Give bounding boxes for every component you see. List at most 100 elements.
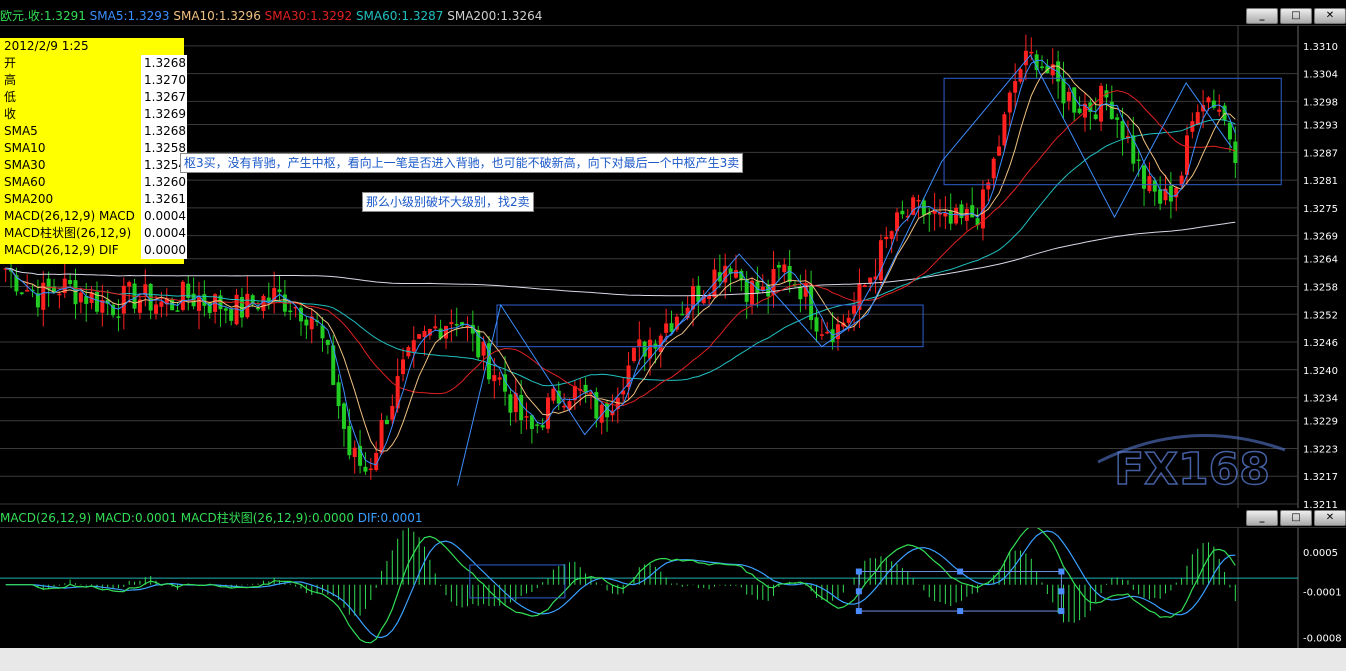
close-button[interactable]: ✕ xyxy=(1314,8,1346,24)
candle-body xyxy=(78,292,83,303)
price-chart[interactable]: 1.3310 1.3304 1.3298 1.3293 1.3287 1.3281 1.32… xyxy=(0,26,1346,508)
y-tick-label: 1.3229 xyxy=(1303,417,1338,428)
candle-body xyxy=(121,285,126,314)
candle-body xyxy=(916,199,921,202)
info-value: 0.0000 xyxy=(141,242,187,259)
candle-body xyxy=(325,340,330,345)
info-date: 2012/2/9 1:25 xyxy=(4,39,89,53)
candle-body xyxy=(363,466,368,472)
candle-body xyxy=(352,447,357,457)
candle-body xyxy=(57,293,62,296)
candle-body xyxy=(1147,176,1152,192)
info-row: SMA200 1.3261 xyxy=(4,191,187,208)
macd-box-1 xyxy=(469,564,566,599)
candle-body xyxy=(1066,91,1071,101)
price-legend-item: SMA200:1.3264 xyxy=(447,9,543,23)
candle-body xyxy=(1002,114,1007,146)
candle-body xyxy=(127,282,132,287)
annotation-note-1: 枢3买，没有背驰，产生中枢，看向上一笔是否进入背驰，也可能不破新高，向下对最后一… xyxy=(180,153,744,173)
price-legend-item: SMA10:1.3296 xyxy=(173,9,265,23)
candle-body xyxy=(341,403,346,429)
candle-body xyxy=(631,347,636,362)
candle-body xyxy=(1007,92,1012,113)
y-tick-label: 1.3223 xyxy=(1303,444,1338,455)
candle-body xyxy=(454,323,459,326)
info-row: MACD柱状图(26,12,9) 0.0004 xyxy=(4,225,187,242)
candle-body xyxy=(1227,122,1232,140)
candle-body xyxy=(449,322,454,325)
candle-body xyxy=(862,285,867,287)
candle-body xyxy=(368,468,373,471)
info-label: SMA60 xyxy=(4,175,46,189)
candle-body xyxy=(223,308,228,311)
candle-body xyxy=(1136,159,1141,161)
minimize-button[interactable]: _ xyxy=(1246,510,1278,526)
candle-body xyxy=(411,340,416,352)
info-label: MACD(26,12,9) DIF xyxy=(4,243,119,257)
selection-handle xyxy=(855,568,862,575)
info-value: 0.0004 xyxy=(141,225,187,242)
candle-body xyxy=(664,323,669,333)
info-row: SMA60 1.3260 xyxy=(4,174,187,191)
close-button[interactable]: ✕ xyxy=(1314,510,1346,526)
maximize-button[interactable]: □ xyxy=(1280,8,1312,24)
candle-body xyxy=(948,210,953,224)
price-legend: 欧元.收:1.3291 SMA5:1.3293 SMA10:1.3296 SMA… xyxy=(0,9,542,23)
macd-window-buttons: _ □ ✕ xyxy=(1246,510,1346,526)
info-value: 1.3270 xyxy=(141,72,187,89)
candle-body xyxy=(433,326,438,329)
candle-body xyxy=(1168,185,1173,202)
info-label: SMA30 xyxy=(4,158,46,172)
price-legend-item: SMA5:1.3293 xyxy=(89,9,174,23)
candle-body xyxy=(508,394,513,413)
y-tick-label: 1.3246 xyxy=(1303,338,1338,349)
status-bar xyxy=(0,648,1346,671)
candle-body xyxy=(207,301,212,313)
candle-body xyxy=(852,305,857,314)
macd-legend-item: DIF:0.0001 xyxy=(357,511,423,525)
info-row: 高 1.3270 xyxy=(4,72,187,89)
macd-y-tick-label: -0.0001 xyxy=(1303,587,1342,598)
candle-body xyxy=(921,200,926,216)
macd-y-tick-label: -0.0008 xyxy=(1303,633,1342,644)
candle-body xyxy=(25,290,30,292)
candle-body xyxy=(320,325,325,339)
maximize-button[interactable]: □ xyxy=(1280,510,1312,526)
macd-chart[interactable]: 0.0005 -0.0001 -0.0008 xyxy=(0,528,1346,648)
candle-body xyxy=(1115,117,1120,120)
y-tick-label: 1.3293 xyxy=(1303,121,1338,132)
candle-body xyxy=(551,388,556,401)
info-value: 1.3267 xyxy=(141,89,187,106)
candle-body xyxy=(814,317,819,332)
selection-handle xyxy=(957,608,964,615)
candle-body xyxy=(261,295,266,311)
info-value: 1.3268 xyxy=(141,55,187,72)
candle-body xyxy=(1077,108,1082,113)
info-label: 开 xyxy=(4,56,17,70)
candle-body xyxy=(669,323,674,332)
candle-body xyxy=(680,313,685,316)
y-tick-label: 1.3211 xyxy=(1303,500,1338,508)
candle-body xyxy=(637,339,642,347)
y-tick-label: 1.3275 xyxy=(1303,204,1338,215)
candle-body xyxy=(1206,97,1211,103)
info-row: 开 1.3268 xyxy=(4,55,187,72)
y-tick-label: 1.3240 xyxy=(1303,366,1338,377)
y-tick-label: 1.3287 xyxy=(1303,148,1338,159)
sma5-line xyxy=(5,59,1236,466)
info-label: 低 xyxy=(4,90,17,104)
candle-body xyxy=(1013,81,1018,93)
candle-body xyxy=(492,375,497,382)
candle-body xyxy=(1093,114,1098,119)
selection-handle xyxy=(957,568,964,575)
candle-body xyxy=(648,339,653,359)
candle-body xyxy=(546,397,551,429)
candle-body xyxy=(825,331,830,334)
info-row: 低 1.3267 xyxy=(4,89,187,106)
candle-body xyxy=(1120,121,1125,139)
info-row: SMA5 1.3268 xyxy=(4,123,187,140)
candle-body xyxy=(970,205,975,218)
minimize-button[interactable]: _ xyxy=(1246,8,1278,24)
candle-body xyxy=(524,416,529,418)
macd-legend-item: MACD柱状图(26,12,9):0.0000 xyxy=(180,511,358,525)
